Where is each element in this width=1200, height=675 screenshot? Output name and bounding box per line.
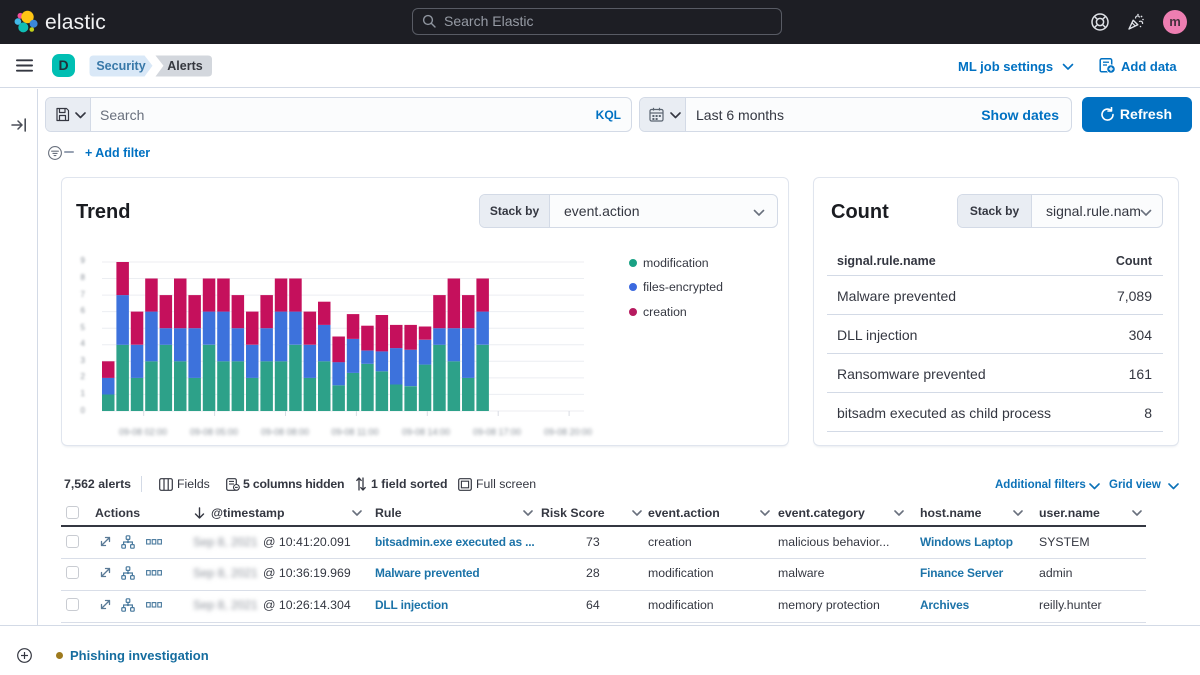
svg-text:Security: Security — [96, 59, 145, 73]
svg-text:Alerts: Alerts — [167, 59, 202, 73]
